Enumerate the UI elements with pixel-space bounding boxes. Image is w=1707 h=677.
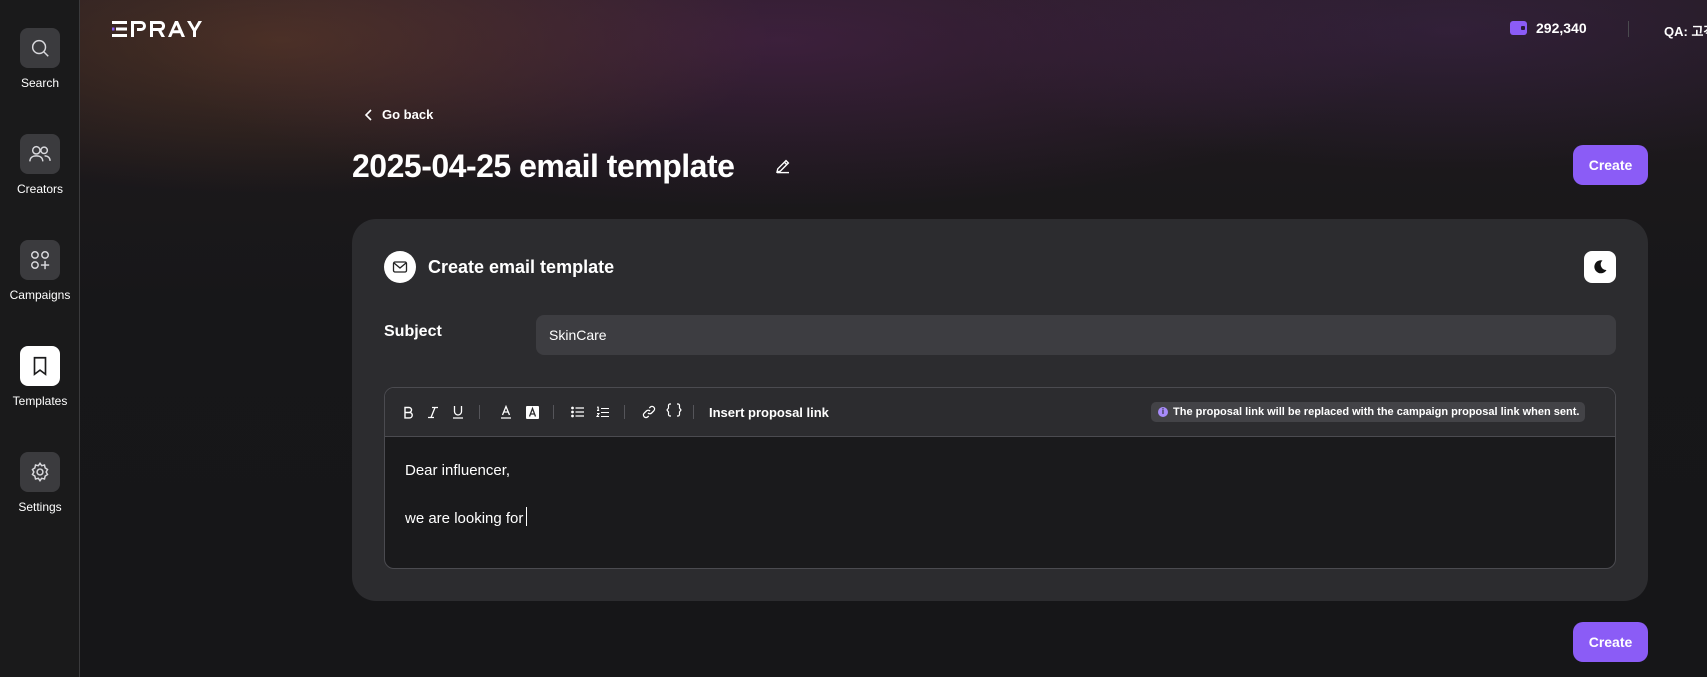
- toolbar-separator: [693, 405, 694, 419]
- sidebar-item-campaigns[interactable]: Campaigns: [0, 240, 80, 320]
- page-title: 2025-04-25 email template: [352, 148, 735, 184]
- search-icon: [20, 28, 60, 68]
- italic-icon[interactable]: [424, 403, 442, 421]
- sidebar-item-creators[interactable]: Creators: [0, 134, 80, 214]
- link-icon[interactable]: [640, 403, 658, 421]
- go-back-link[interactable]: Go back: [364, 107, 433, 122]
- text-caret: [526, 507, 528, 526]
- campaigns-icon: [20, 240, 60, 280]
- bullet-list-icon[interactable]: [569, 403, 587, 421]
- sidebar: Search Creators Campaigns Templates Sett…: [0, 0, 80, 677]
- subject-label: Subject: [384, 323, 442, 340]
- editor-content[interactable]: Dear influencer, we are looking for: [405, 459, 528, 555]
- create-button-bottom[interactable]: Create: [1573, 622, 1648, 662]
- bold-icon[interactable]: [399, 403, 417, 421]
- balance-value: 292,340: [1536, 20, 1587, 36]
- sidebar-item-settings[interactable]: Settings: [0, 452, 80, 532]
- card-title: Create email template: [428, 257, 615, 277]
- email-body-editor[interactable]: Insert proposal link i The proposal link…: [384, 387, 1616, 569]
- insert-proposal-link-button[interactable]: Insert proposal link: [709, 405, 829, 420]
- moon-icon: [1594, 260, 1607, 274]
- body-line: we are looking for: [405, 507, 528, 531]
- brand-logo[interactable]: [112, 18, 212, 40]
- toolbar-separator: [479, 405, 480, 419]
- toolbar-separator: [553, 405, 554, 419]
- sidebar-item-label: Settings: [18, 500, 62, 514]
- sidebar-item-label: Templates: [12, 394, 68, 408]
- toolbar-separator: [624, 405, 625, 419]
- highlight-color-icon[interactable]: [523, 403, 541, 421]
- body-line: Dear influencer,: [405, 462, 511, 479]
- sidebar-item-search[interactable]: Search: [0, 28, 80, 108]
- sidebar-item-label: Creators: [16, 182, 63, 196]
- editor-toolbar: Insert proposal link i The proposal link…: [385, 388, 1615, 437]
- body-line-text: we are looking for: [405, 510, 524, 527]
- header-divider: [1628, 21, 1629, 37]
- bookmark-icon: [20, 346, 60, 386]
- create-button[interactable]: Create: [1573, 145, 1648, 185]
- go-back-label: Go back: [382, 107, 434, 122]
- chevron-left-icon: [364, 108, 372, 121]
- pencil-icon[interactable]: [774, 157, 792, 175]
- mail-icon: [384, 251, 416, 283]
- users-icon: [20, 134, 60, 174]
- numbered-list-icon[interactable]: [594, 403, 612, 421]
- wallet-icon: [1510, 21, 1527, 35]
- underline-icon[interactable]: [449, 403, 467, 421]
- subject-input[interactable]: [536, 315, 1616, 355]
- info-icon: i: [1158, 407, 1168, 417]
- email-template-card: Create email template Subject SkinCare I…: [352, 219, 1648, 601]
- text-color-icon[interactable]: [497, 403, 515, 421]
- code-braces-icon[interactable]: [665, 401, 683, 419]
- sidebar-item-label: Search: [20, 76, 60, 90]
- gear-icon: [20, 452, 60, 492]
- balance-display[interactable]: 292,340: [1510, 20, 1587, 36]
- sidebar-item-label: Campaigns: [9, 288, 71, 302]
- user-menu[interactable]: QA: 고객: [1664, 21, 1707, 40]
- notice-text: The proposal link will be replaced with …: [1173, 406, 1580, 418]
- proposal-link-notice: i The proposal link will be replaced wit…: [1151, 402, 1586, 422]
- sidebar-item-templates[interactable]: Templates: [0, 346, 80, 426]
- theme-toggle-button[interactable]: [1584, 251, 1616, 283]
